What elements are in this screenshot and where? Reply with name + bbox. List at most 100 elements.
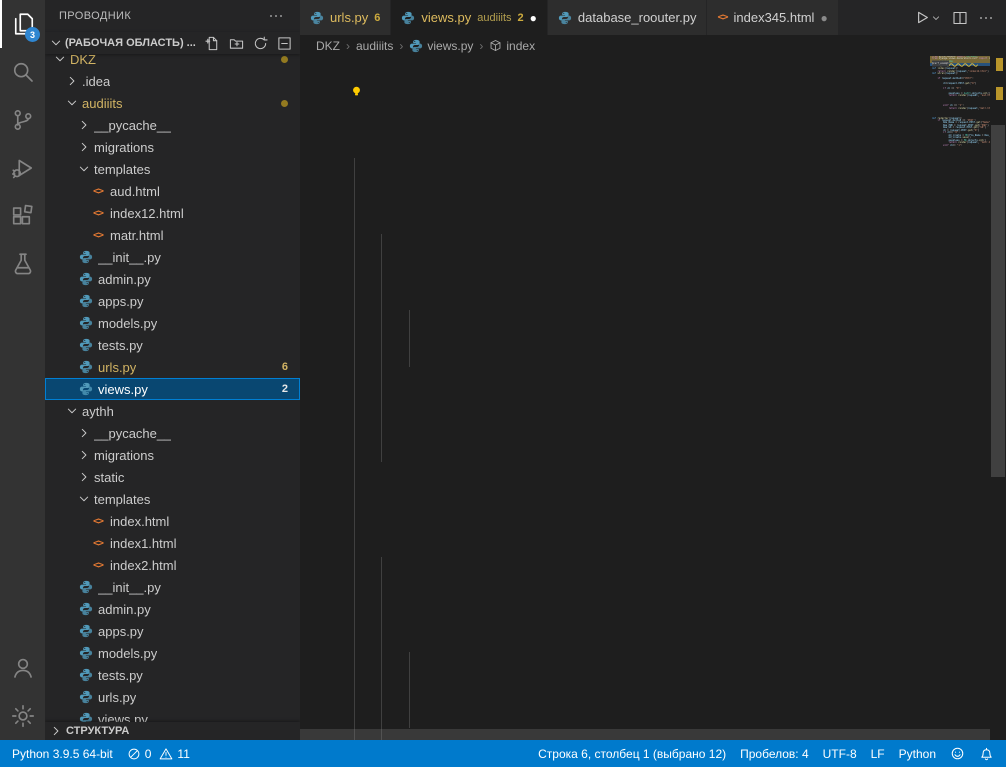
code-line[interactable]: 17 bbox=[300, 310, 930, 329]
code-line[interactable]: 25 bbox=[300, 462, 930, 481]
tree-item-init-py[interactable]: __init__.py bbox=[45, 246, 300, 268]
tree-item-static[interactable]: static bbox=[45, 466, 300, 488]
tree-item-admin-py[interactable]: admin.py bbox=[45, 598, 300, 620]
code-line[interactable]: 15 bbox=[300, 272, 930, 291]
minimap[interactable]: from aythh.models import MD,Auditfrom dj… bbox=[930, 56, 990, 740]
tree-item-tests-py[interactable]: tests.py bbox=[45, 664, 300, 686]
tree-item-index-html[interactable]: <>index.html bbox=[45, 510, 300, 532]
activity-run-and-debug[interactable] bbox=[0, 144, 45, 192]
tree-item-index2-html[interactable]: <>index2.html bbox=[45, 554, 300, 576]
chevron-right-icon[interactable] bbox=[77, 140, 91, 154]
chevron-down-icon[interactable] bbox=[77, 162, 91, 176]
tree-item-migrations[interactable]: migrations bbox=[45, 136, 300, 158]
code-line[interactable]: 18 peopless = Audit.objects.all() bbox=[300, 329, 930, 348]
code-line[interactable]: 30 Res_Name = request.POST.get("Name") bbox=[300, 557, 930, 576]
chevron-right-icon[interactable] bbox=[77, 426, 91, 440]
tree-item-models-py[interactable]: models.py bbox=[45, 642, 300, 664]
tree-item-apps-py[interactable]: apps.py bbox=[45, 620, 300, 642]
tree-item-aythh[interactable]: aythh bbox=[45, 400, 300, 422]
code-line[interactable]: 28 def redactor(request): bbox=[300, 519, 930, 538]
code-line[interactable]: 27 bbox=[300, 500, 930, 519]
code-line[interactable]: 4 from django.views.decorators.csrf impo… bbox=[300, 63, 930, 82]
refresh-icon[interactable] bbox=[250, 33, 270, 53]
tree-item-templates[interactable]: templates bbox=[45, 158, 300, 180]
code-line[interactable]: 37 peopless = MD.objects.all() bbox=[300, 690, 930, 709]
activity-account[interactable] bbox=[0, 644, 45, 692]
tab-views-py[interactable]: views.py audiiits 2 ● bbox=[391, 0, 547, 35]
code-line[interactable]: 10 def stran(request): bbox=[300, 177, 930, 196]
status-python-interpreter[interactable]: Python 3.9.5 64-bit bbox=[12, 747, 113, 761]
chevron-down-icon[interactable] bbox=[77, 492, 91, 506]
tree-item-init-py[interactable]: __init__.py bbox=[45, 576, 300, 598]
tree-item-idea[interactable]: .idea bbox=[45, 70, 300, 92]
code-line[interactable]: 19 return render(request, "aud.html",{'n… bbox=[300, 348, 930, 367]
code-editor[interactable]: 3 from aythh.models import MD,Audit 4 fr… bbox=[300, 56, 1006, 740]
tree-item-dkz[interactable]: DKZ bbox=[45, 54, 300, 70]
tree-item-pycache[interactable]: __pycache__ bbox=[45, 114, 300, 136]
tab-urls-py[interactable]: urls.py 6 bbox=[300, 0, 391, 35]
lightbulb-icon[interactable] bbox=[350, 85, 363, 98]
code-line[interactable]: 29 if request.method == 'POST': bbox=[300, 538, 930, 557]
tree-item-admin-py[interactable]: admin.py bbox=[45, 268, 300, 290]
status-language-mode[interactable]: Python bbox=[899, 747, 936, 761]
activity-explorer[interactable]: 3 bbox=[0, 0, 45, 48]
chevron-right-icon[interactable] bbox=[77, 470, 91, 484]
code-line[interactable]: 32 Res_GR = request.POST.get("GR") bbox=[300, 595, 930, 614]
code-line[interactable]: 11 bbox=[300, 196, 930, 215]
code-line[interactable]: 12 if request.method=="POST": bbox=[300, 215, 930, 234]
code-line[interactable]: 38 return render(request, "matr.html",{'… bbox=[300, 709, 930, 728]
status-cursor-position[interactable]: Строка 6, столбец 1 (выбрано 12) bbox=[538, 747, 726, 761]
status-problems[interactable]: 0 11 bbox=[127, 747, 190, 761]
code-line[interactable]: 7 bbox=[300, 120, 930, 139]
status-feedback[interactable] bbox=[950, 746, 965, 761]
code-line[interactable]: 24 return render(request,"matr.html") bbox=[300, 443, 930, 462]
tree-item-pycache[interactable]: __pycache__ bbox=[45, 422, 300, 444]
code-line[interactable]: 33 ch = request.POST.get("R") bbox=[300, 614, 930, 633]
breadcrumb-views-py[interactable]: views.py bbox=[409, 39, 473, 53]
activity-source-control[interactable] bbox=[0, 96, 45, 144]
new-folder-icon[interactable] bbox=[226, 33, 246, 53]
tree-item-tests-py[interactable]: tests.py bbox=[45, 334, 300, 356]
code-line[interactable]: 31 Res_PWD = request.POST.get("PWD") bbox=[300, 576, 930, 595]
code-line[interactable]: 22 bbox=[300, 405, 930, 424]
scrollbar-thumb[interactable] bbox=[991, 125, 1005, 477]
tree-item-views-py[interactable]: views.py2 bbox=[45, 378, 300, 400]
code-line[interactable]: 34 if ch== "0": bbox=[300, 633, 930, 652]
code-line[interactable]: 9 return render(request,"index12.html") bbox=[300, 158, 930, 177]
tree-item-matr-html[interactable]: <>matr.html bbox=[45, 224, 300, 246]
code-line[interactable]: 35 md_create = MD(Fio_Name = Res_PWD,Fio… bbox=[300, 652, 930, 671]
chevron-down-icon[interactable] bbox=[65, 404, 79, 418]
chevron-down-icon[interactable] bbox=[65, 96, 79, 110]
more-actions-icon[interactable] bbox=[266, 6, 286, 26]
breadcrumb-index[interactable]: index bbox=[489, 39, 535, 53]
code-line[interactable]: 36 md_create.save() bbox=[300, 671, 930, 690]
code-line[interactable]: 21 bbox=[300, 386, 930, 405]
tree-item-templates[interactable]: templates bbox=[45, 488, 300, 510]
tree-item-models-py[interactable]: models.py bbox=[45, 312, 300, 334]
code-line[interactable]: 5 import datetime bbox=[300, 82, 930, 101]
status-eol[interactable]: LF bbox=[871, 747, 885, 761]
horizontal-scrollbar[interactable] bbox=[300, 729, 990, 740]
new-file-icon[interactable] bbox=[202, 33, 222, 53]
tree-item-urls-py[interactable]: urls.py bbox=[45, 686, 300, 708]
run-python-file-icon[interactable] bbox=[913, 9, 942, 26]
tab-database-roouter-py[interactable]: database_roouter.py bbox=[548, 0, 708, 35]
status-indentation[interactable]: Пробелов: 4 bbox=[740, 747, 809, 761]
tab-index345-html[interactable]: <> index345.html ● bbox=[707, 0, 838, 35]
activity-settings[interactable] bbox=[0, 692, 45, 740]
chevron-right-icon[interactable] bbox=[65, 74, 79, 88]
chevron-right-icon[interactable] bbox=[77, 118, 91, 132]
chevron-down-icon[interactable] bbox=[53, 54, 67, 66]
code-line[interactable]: 6 @csrf_exempt bbox=[300, 101, 930, 120]
tree-item-views-py[interactable]: views.py bbox=[45, 708, 300, 722]
status-notifications[interactable] bbox=[979, 746, 994, 761]
more-actions-icon[interactable] bbox=[978, 10, 994, 26]
tree-item-apps-py[interactable]: apps.py bbox=[45, 290, 300, 312]
tree-item-urls-py[interactable]: urls.py6 bbox=[45, 356, 300, 378]
status-encoding[interactable]: UTF-8 bbox=[823, 747, 857, 761]
code-line[interactable]: 16 if ch == "0": bbox=[300, 291, 930, 310]
split-editor-icon[interactable] bbox=[952, 10, 968, 26]
outline-section-header[interactable]: СТРУКТУРА bbox=[45, 722, 300, 740]
workspace-section-header[interactable]: (РАБОЧАЯ ОБЛАСТЬ) ... bbox=[45, 32, 300, 54]
tree-item-migrations[interactable]: migrations bbox=[45, 444, 300, 466]
